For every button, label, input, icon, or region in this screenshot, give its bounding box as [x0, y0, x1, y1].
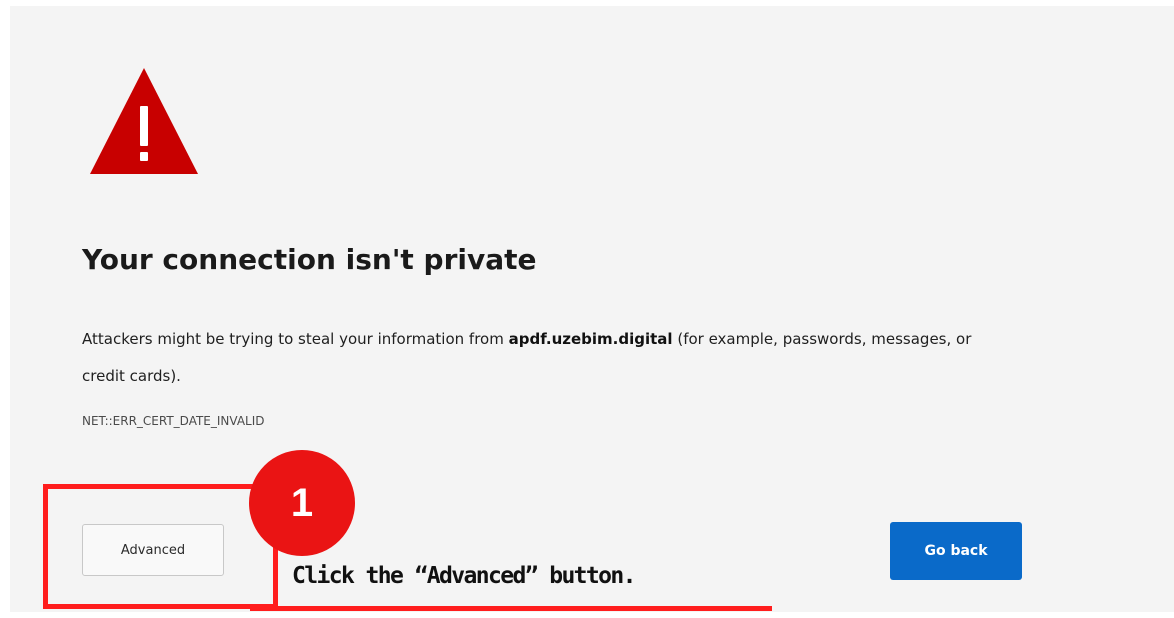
go-back-button[interactable]: Go back [890, 522, 1022, 580]
advanced-button[interactable]: Advanced [82, 524, 224, 576]
warning-exclamation-dot [140, 152, 148, 161]
instruction-underline [250, 606, 772, 611]
step-number-badge: 1 [249, 450, 355, 556]
domain-name: apdf.uzebim.digital [508, 330, 673, 348]
error-code: NET::ERR_CERT_DATE_INVALID [82, 414, 265, 428]
warning-exclamation-stem [140, 106, 148, 146]
error-description: Attackers might be trying to steal your … [82, 321, 1012, 395]
page-title: Your connection isn't private [82, 243, 537, 276]
description-before: Attackers might be trying to steal your … [82, 330, 509, 348]
warning-triangle-icon [90, 68, 198, 174]
instruction-text: Click the “Advanced” button. [292, 563, 637, 589]
